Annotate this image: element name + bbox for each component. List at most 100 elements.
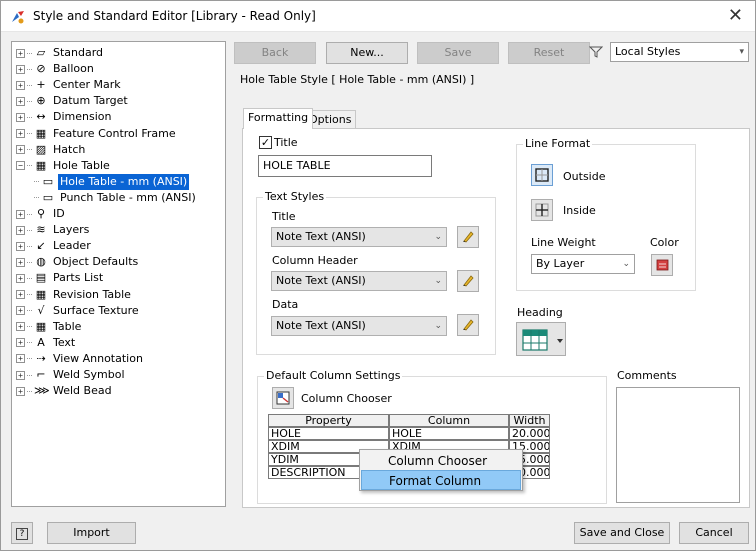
- center-mark-icon: +: [36, 78, 46, 92]
- expand-icon[interactable]: +: [16, 257, 25, 267]
- tree-item[interactable]: + ▱ Standard: [16, 45, 105, 61]
- edit-column-header-style-button[interactable]: [457, 270, 479, 292]
- tree-item[interactable]: + ⊘ Balloon: [16, 61, 96, 77]
- hole-table-icon: ▦: [35, 158, 47, 172]
- tree-item[interactable]: + ⊕ Datum Target: [16, 93, 130, 109]
- title-style-select[interactable]: Note Text (ANSI) ⌄: [271, 227, 447, 247]
- import-button[interactable]: Import: [47, 522, 136, 544]
- outside-border-button[interactable]: [531, 164, 553, 186]
- back-button[interactable]: Back: [234, 42, 316, 64]
- expand-icon[interactable]: +: [16, 241, 25, 251]
- expand-icon[interactable]: +: [16, 96, 25, 106]
- edit-data-style-button[interactable]: [457, 314, 479, 336]
- chevron-down-icon: ⌄: [622, 259, 630, 269]
- tree-item[interactable]: + √ Surface Texture: [16, 303, 141, 319]
- tree-item-label: Leader: [53, 239, 91, 253]
- tree-item[interactable]: + ⚲ ID: [16, 206, 67, 222]
- collapse-icon[interactable]: −: [16, 161, 25, 171]
- parts-list-icon: ▤: [35, 271, 47, 285]
- tree-item[interactable]: + ↔ Dimension: [16, 109, 113, 125]
- tree-item[interactable]: − ▦ Hole Table: [16, 158, 112, 174]
- expand-icon[interactable]: +: [16, 225, 25, 235]
- expand-icon[interactable]: +: [16, 273, 25, 283]
- tree-item[interactable]: + ⇢ View Annotation: [16, 351, 145, 367]
- tree-item[interactable]: + ▦ Revision Table: [16, 287, 133, 303]
- expand-icon[interactable]: +: [16, 209, 25, 219]
- tree-item[interactable]: ▭ Punch Table - mm (ANSI): [34, 190, 198, 206]
- revision-table-icon: ▦: [35, 287, 47, 301]
- expand-icon[interactable]: +: [16, 112, 25, 122]
- layers-icon: ≋: [36, 223, 46, 237]
- save-button[interactable]: Save: [417, 42, 499, 64]
- expand-icon[interactable]: +: [16, 338, 25, 348]
- tree-connector: [27, 52, 32, 54]
- reset-button[interactable]: Reset: [508, 42, 590, 64]
- expand-icon[interactable]: +: [16, 64, 25, 74]
- context-menu-item-format-column[interactable]: Format Column: [361, 470, 521, 490]
- tree-item[interactable]: + A Text: [16, 335, 77, 351]
- tree-item-label: Dimension: [53, 110, 112, 124]
- cancel-button[interactable]: Cancel: [679, 522, 749, 544]
- expand-icon[interactable]: +: [16, 80, 25, 90]
- table-cell[interactable]: 20.000: [509, 427, 550, 440]
- tree-item[interactable]: + ▤ Parts List: [16, 270, 105, 286]
- expand-icon[interactable]: +: [16, 129, 25, 138]
- expand-icon[interactable]: +: [16, 322, 25, 332]
- table-cell[interactable]: HOLE: [268, 427, 389, 440]
- tree-item[interactable]: + ↙ Leader: [16, 238, 93, 254]
- expand-icon[interactable]: +: [16, 370, 25, 380]
- data-style-select[interactable]: Note Text (ANSI) ⌄: [271, 316, 447, 336]
- new-button[interactable]: New...: [326, 42, 408, 64]
- inside-border-button[interactable]: [531, 199, 553, 221]
- close-icon[interactable]: ✕: [728, 5, 743, 27]
- help-button[interactable]: ?: [11, 522, 33, 544]
- tree-item[interactable]: + ⋙ Weld Bead: [16, 383, 114, 399]
- column-chooser-button[interactable]: [272, 387, 294, 409]
- tree-connector: [27, 261, 32, 263]
- line-weight-select[interactable]: By Layer ⌄: [531, 254, 635, 274]
- tree-item[interactable]: ▭ Hole Table - mm (ANSI): [34, 173, 190, 190]
- column-header[interactable]: Width: [509, 414, 550, 427]
- tree-item-label: Weld Bead: [53, 384, 112, 398]
- tree-item[interactable]: + + Center Mark: [16, 77, 123, 93]
- comments-textarea[interactable]: [616, 387, 740, 503]
- style-filter-value: Local Styles: [615, 45, 681, 58]
- tree-item[interactable]: + ▦ Table: [16, 319, 83, 335]
- tree-item-label: Table: [53, 319, 82, 333]
- style-tree[interactable]: + ▱ Standard + ⊘ Balloon + + Center Mark + ⊕ Datum …: [11, 41, 226, 507]
- tree-item-label: View Annotation: [53, 351, 143, 365]
- style-filter-select[interactable]: Local Styles ▾: [610, 42, 749, 62]
- tree-item[interactable]: + ▦ Feature Control Frame: [16, 126, 178, 142]
- expand-icon[interactable]: +: [16, 354, 25, 364]
- save-and-close-button[interactable]: Save and Close: [574, 522, 670, 544]
- inside-border-icon: [535, 203, 549, 217]
- tree-item-label: Standard: [53, 46, 104, 59]
- heading-format-button[interactable]: [516, 322, 566, 356]
- line-color-button[interactable]: [651, 254, 673, 276]
- context-menu-item-column-chooser[interactable]: Column Chooser: [361, 451, 521, 471]
- tree-connector: [27, 374, 32, 376]
- expand-icon[interactable]: +: [16, 48, 25, 58]
- expand-icon[interactable]: +: [16, 145, 25, 155]
- column-header-style-select[interactable]: Note Text (ANSI) ⌄: [271, 271, 447, 291]
- title-text-input[interactable]: HOLE TABLE: [258, 155, 432, 177]
- tab-formatting[interactable]: Formatting: [243, 108, 314, 129]
- chevron-down-icon: ⌄: [434, 232, 442, 242]
- tree-item-label: Punch Table - mm (ANSI): [60, 190, 196, 204]
- tree-connector: [27, 390, 32, 392]
- tree-item[interactable]: + ≋ Layers: [16, 222, 91, 238]
- tree-item[interactable]: + ◍ Object Defaults: [16, 254, 140, 270]
- title-style-label: Title: [272, 210, 296, 223]
- column-header[interactable]: Column: [389, 414, 509, 427]
- filter-icon[interactable]: [589, 45, 603, 59]
- expand-icon[interactable]: +: [16, 386, 25, 396]
- tree-item[interactable]: + ▨ Hatch: [16, 142, 87, 158]
- table-cell[interactable]: HOLE: [389, 427, 509, 440]
- edit-title-style-button[interactable]: [457, 226, 479, 248]
- column-header[interactable]: Property: [268, 414, 389, 427]
- tree-item[interactable]: + ⌐ Weld Symbol: [16, 367, 127, 383]
- tree-connector: [27, 326, 32, 328]
- expand-icon[interactable]: +: [16, 306, 25, 316]
- title-checkbox[interactable]: ✓: [259, 136, 272, 149]
- expand-icon[interactable]: +: [16, 290, 25, 299]
